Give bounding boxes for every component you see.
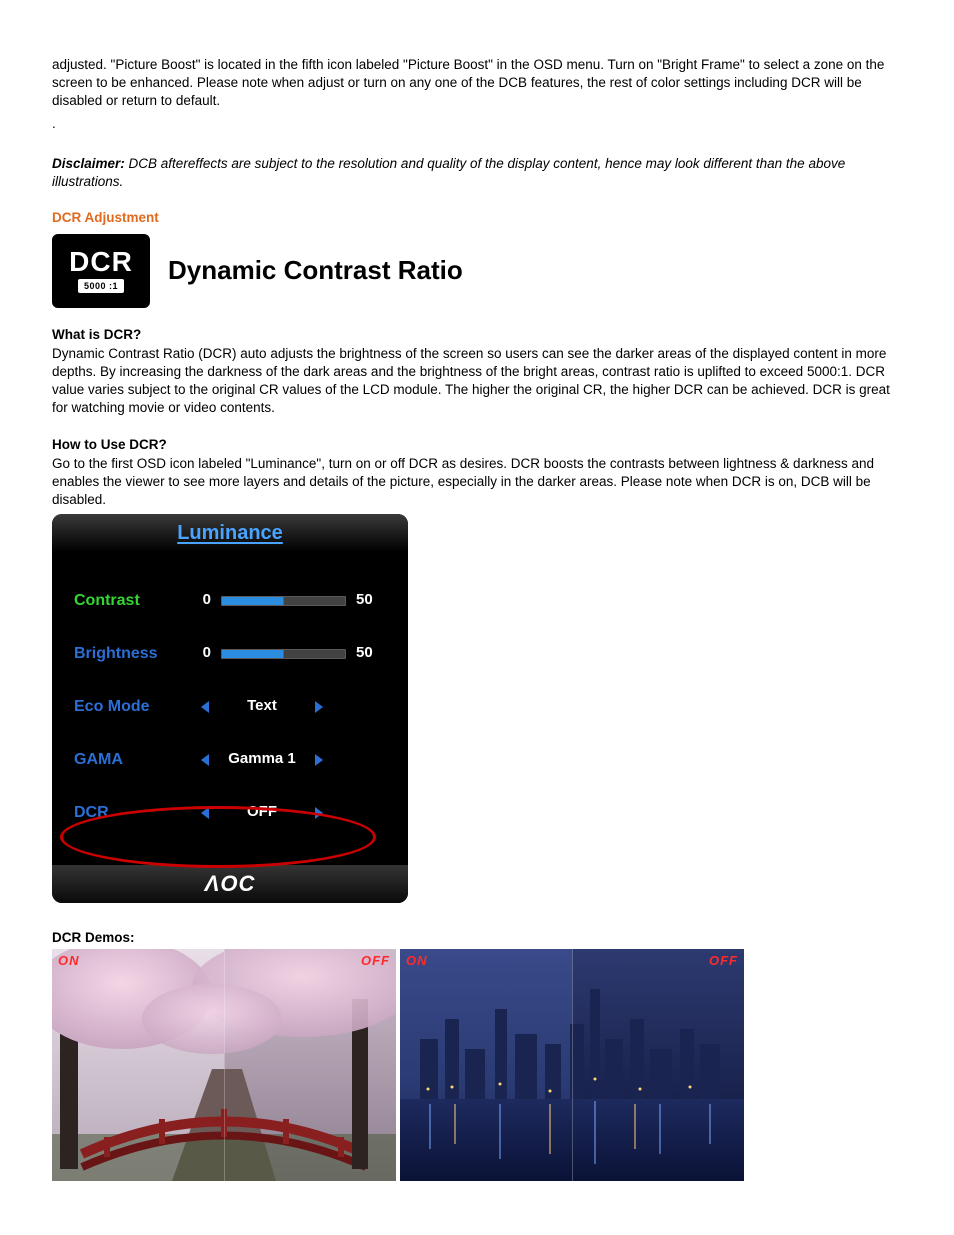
document-page: adjusted. "Picture Boost" is located in … xyxy=(0,0,954,1221)
dcr-title-row: DCR 5000 :1 Dynamic Contrast Ratio xyxy=(52,234,902,308)
osd-row-brightness[interactable]: Brightness 0 50 xyxy=(74,635,386,673)
osd-label-dcr: DCR xyxy=(74,802,189,824)
osd-max-brightness: 50 xyxy=(356,643,386,663)
osd-label-eco: Eco Mode xyxy=(74,696,189,718)
osd-row-dcr[interactable]: DCR OFF xyxy=(74,794,386,832)
osd-label-gama: GAMA xyxy=(74,749,189,771)
demo-off-label: OFF xyxy=(709,952,738,970)
demo-image-blossom: ON OFF xyxy=(52,949,396,1181)
demo-on-label: ON xyxy=(58,952,80,970)
dcr-icon-text: DCR xyxy=(69,248,133,276)
intro-dot: . xyxy=(52,115,902,133)
demo-off-label: OFF xyxy=(361,952,390,970)
chevron-left-icon[interactable] xyxy=(201,754,209,766)
disclaimer-label: Disclaimer: xyxy=(52,156,125,171)
disclaimer-paragraph: Disclaimer: DCB aftereffects are subject… xyxy=(52,155,902,191)
split-divider xyxy=(224,949,225,1181)
split-divider xyxy=(572,949,573,1181)
chevron-left-icon[interactable] xyxy=(201,701,209,713)
slider-contrast[interactable] xyxy=(221,596,346,606)
chevron-right-icon[interactable] xyxy=(315,701,323,713)
dcr-icon-ratio: 5000 :1 xyxy=(78,279,124,293)
osd-row-contrast[interactable]: Contrast 0 50 xyxy=(74,582,386,620)
dcr-icon: DCR 5000 :1 xyxy=(52,234,150,308)
osd-header: Luminance xyxy=(52,514,408,552)
how-to-use-dcr-heading: How to Use DCR? xyxy=(52,436,902,454)
osd-value-gama: Gamma 1 xyxy=(227,749,297,769)
demo-on-label: ON xyxy=(406,952,428,970)
intro-paragraph: adjusted. "Picture Boost" is located in … xyxy=(52,56,902,111)
osd-min-contrast: 0 xyxy=(189,590,211,610)
dcr-demos-heading: DCR Demos: xyxy=(52,929,902,947)
dcr-demos-row: ON OFF xyxy=(52,949,902,1181)
demo-image-skyline: ON OFF xyxy=(400,949,744,1181)
what-is-dcr-text: Dynamic Contrast Ratio (DCR) auto adjust… xyxy=(52,345,902,418)
disclaimer-text: DCB aftereffects are subject to the reso… xyxy=(52,156,845,189)
osd-min-brightness: 0 xyxy=(189,643,211,663)
osd-luminance-panel: Luminance Contrast 0 50 Brightness 0 50 … xyxy=(52,514,408,904)
chevron-left-icon[interactable] xyxy=(201,807,209,819)
chevron-right-icon[interactable] xyxy=(315,807,323,819)
osd-body: Contrast 0 50 Brightness 0 50 Eco Mode T… xyxy=(52,552,408,865)
osd-row-gama[interactable]: GAMA Gamma 1 xyxy=(74,741,386,779)
osd-row-eco-mode[interactable]: Eco Mode Text xyxy=(74,688,386,726)
dcr-adjustment-heading: DCR Adjustment xyxy=(52,209,902,227)
chevron-right-icon[interactable] xyxy=(315,754,323,766)
osd-title: Luminance xyxy=(177,522,283,544)
aoc-logo: ΛOC xyxy=(205,871,256,896)
what-is-dcr-heading: What is DCR? xyxy=(52,326,902,344)
osd-max-contrast: 50 xyxy=(356,590,386,610)
osd-footer: ΛOC xyxy=(52,865,408,904)
how-to-use-dcr-text: Go to the first OSD icon labeled "Lumina… xyxy=(52,455,902,510)
slider-brightness[interactable] xyxy=(221,649,346,659)
osd-value-dcr: OFF xyxy=(227,802,297,822)
dcr-title: Dynamic Contrast Ratio xyxy=(168,253,463,288)
osd-value-eco: Text xyxy=(227,696,297,716)
osd-label-contrast: Contrast xyxy=(74,590,189,612)
osd-label-brightness: Brightness xyxy=(74,643,189,665)
